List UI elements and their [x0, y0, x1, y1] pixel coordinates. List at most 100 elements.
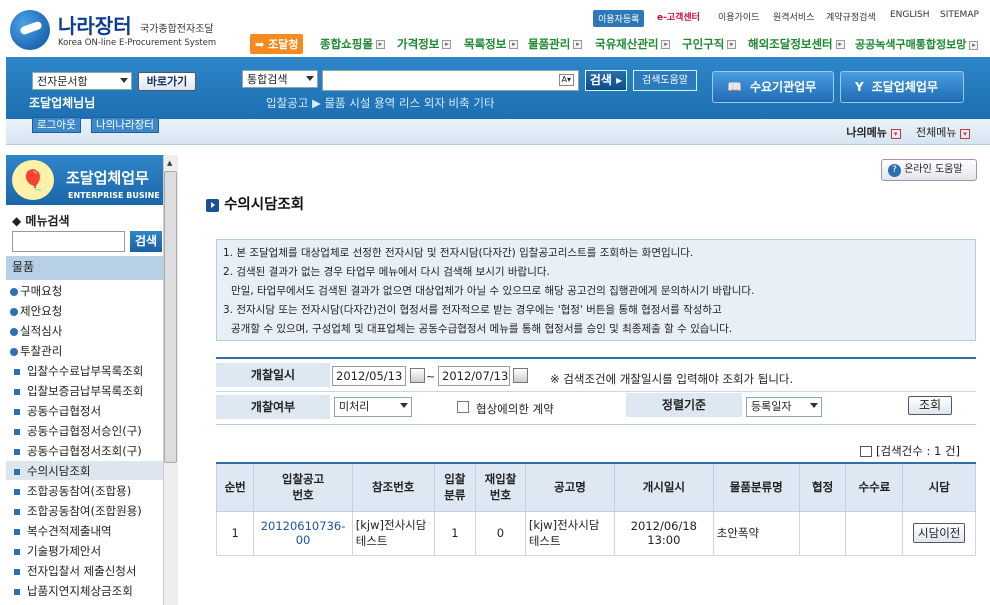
logo-icon[interactable]: [10, 10, 50, 50]
scroll-up-icon[interactable]: ▲: [167, 159, 172, 167]
negotiated-checkbox[interactable]: [457, 401, 469, 413]
sidebar-subitem[interactable]: 납품지연지체상금조회: [6, 583, 133, 599]
search-button[interactable]: 검색 ▸: [585, 70, 627, 91]
my-nara-button[interactable]: 나의나라장터: [91, 117, 159, 133]
top-header: 나라장터 국가종합전자조달 Korea ON-line E-Procuremen…: [0, 0, 990, 56]
gnb-price-info[interactable]: 가격정보 ▸: [397, 36, 452, 52]
cell-action: 시담이전: [902, 510, 976, 556]
dropdown-arrow-icon: [306, 76, 314, 81]
search-type-select[interactable]: 통합검색: [242, 70, 318, 88]
cell-no: 1: [215, 510, 255, 556]
gnb-overseas-center[interactable]: 해외조달정보센터 ▸: [748, 36, 845, 52]
sidebar-subitem[interactable]: 복수견적제출내역: [6, 523, 112, 539]
arrow-right-icon: ▸: [509, 40, 519, 49]
col-header: 재입찰 번호: [475, 462, 526, 512]
menu-search-label: ◆ 메뉴검색: [12, 214, 70, 228]
square-bullet-icon: [14, 568, 20, 575]
sidebar-item-purchase-request[interactable]: 구매요청: [10, 283, 62, 299]
sidebar-subitem[interactable]: 조합공동참여(조합용): [6, 483, 131, 499]
bid-number-link[interactable]: 20120610736-00: [253, 510, 353, 556]
search-note: ※ 검색조건에 개찰일시를 입력해야 조회가 됩니다.: [550, 372, 794, 386]
print-icon[interactable]: [860, 446, 872, 457]
square-bullet-icon: [14, 408, 20, 415]
guide-link[interactable]: 이용가이드: [718, 10, 759, 23]
register-link[interactable]: 이용자등록: [593, 10, 645, 27]
sidebar-subitem[interactable]: 공동수급협정서조회(구): [6, 443, 142, 459]
gnb-catalog-info[interactable]: 목록정보 ▸: [464, 36, 519, 52]
open-status-label: 개찰여부: [216, 395, 330, 419]
gnb-pps[interactable]: ➡ 조달청: [250, 34, 304, 54]
e-center-link[interactable]: e-고객센터: [657, 10, 700, 23]
col-header: 입찰공고 번호: [253, 462, 353, 512]
cell-rebid-no: 0: [475, 510, 526, 556]
search-input[interactable]: A▾: [322, 70, 579, 91]
go-button[interactable]: 바로가기: [138, 72, 196, 91]
col-header: 개시일시: [613, 462, 714, 512]
gnb-goods-mgmt[interactable]: 물품관리 ▸: [528, 36, 583, 52]
balloon-icon: 🎈: [12, 160, 54, 200]
date-from-input[interactable]: 2012/05/13: [332, 366, 406, 386]
query-button[interactable]: 조회: [908, 396, 952, 415]
table-header-row: 순번 입찰공고 번호 참조번호 입찰 분류 재입찰 번호 공고명 개시일시 물품…: [215, 462, 976, 512]
gnb-green-purchase[interactable]: 공공녹색구매통합정보망 ▸: [855, 36, 979, 52]
sort-label: 정렬기준: [626, 393, 742, 417]
cell-notice-name: [kjw]전사시담 테스트: [524, 510, 615, 556]
search-band: 전자문서함 바로가기 조달업체님님 통합검색 A▾ 검색 ▸ 검색도움말 입찰공…: [6, 57, 990, 119]
sitemap-link[interactable]: SITEMAP: [940, 10, 979, 20]
category-goods[interactable]: 물품: [6, 256, 163, 280]
sidebar-subitem[interactable]: 공동수급협정서: [6, 403, 101, 419]
info-line: 2. 검색된 결과가 없는 경우 타업무 메뉴에서 다시 검색해 보시기 바랍니…: [223, 266, 550, 278]
my-menu-link[interactable]: 나의메뉴 ▾: [846, 126, 901, 139]
supplier-button[interactable]: Y 조달업체업무: [840, 71, 964, 103]
open-status-select[interactable]: 미처리: [334, 397, 412, 417]
dropdown-arrow-icon: [810, 403, 818, 408]
sidebar-subitem-active[interactable]: 수의시담조회: [6, 461, 163, 480]
english-link[interactable]: ENGLISH: [890, 10, 930, 20]
sidebar-item-bid-mgmt[interactable]: 투찰관리: [10, 343, 62, 359]
remote-service-link[interactable]: 원격서비스: [773, 10, 814, 23]
sidebar-scroll-thumb[interactable]: [164, 171, 177, 463]
user-name: 조달업체님님: [29, 96, 96, 110]
col-header: 물품분류명: [712, 462, 800, 512]
ime-toggle-icon[interactable]: A▾: [558, 74, 574, 86]
calendar-icon[interactable]: [513, 368, 528, 383]
col-header: 순번: [215, 462, 255, 512]
col-header: 협정: [798, 462, 847, 512]
logout-button[interactable]: 로그아웃: [32, 117, 81, 133]
search-help-button[interactable]: 검색도움말: [633, 70, 697, 91]
info-line: 3. 전자시담 또는 전자시담(다자간)건이 협정서를 전자적으로 받는 경우에…: [223, 304, 722, 316]
title-arrow-icon: [206, 198, 219, 212]
contract-rule-link[interactable]: 계약규정검색: [826, 10, 876, 23]
menu-search-button[interactable]: 검색: [130, 231, 162, 252]
square-bullet-icon: [14, 548, 20, 555]
gnb-jobs[interactable]: 구인구직 ▸: [682, 36, 737, 52]
quick-links[interactable]: 입찰공고 ▶ 물품 시설 용역 리스 외자 비축 기타: [266, 95, 495, 111]
sidebar-subitem[interactable]: 전자입찰서 제출신청서: [6, 563, 136, 579]
calendar-icon[interactable]: [410, 368, 425, 383]
negotiated-label: 협상에의한 계약: [476, 402, 554, 416]
bullet-icon: [10, 327, 18, 336]
date-to-input[interactable]: 2012/07/13: [438, 366, 510, 386]
sidebar-item-proposal-request[interactable]: 제안요청: [10, 303, 62, 319]
sidebar-item-performance[interactable]: 실적심사: [10, 323, 62, 339]
menu-search-input[interactable]: [12, 231, 125, 252]
sidebar-subitem[interactable]: 공동수급협정서승인(구): [6, 423, 142, 439]
info-line: 1. 본 조달업체를 대상업체로 선정한 전자시담 및 전자시담(다자간) 입찰…: [223, 247, 694, 259]
arrow-right-icon: ▸: [442, 40, 452, 49]
all-menu-link[interactable]: 전체메뉴 ▾: [916, 126, 970, 139]
gnb-state-property[interactable]: 국유재산관리 ▸: [595, 36, 671, 52]
demand-agency-button[interactable]: 📖 수요기관업무: [712, 71, 834, 103]
sidebar-subitem[interactable]: 기술평가제안서: [6, 543, 101, 559]
negotiate-before-button[interactable]: 시담이전: [913, 523, 966, 543]
square-bullet-icon: [14, 448, 20, 455]
sidebar-subitem[interactable]: 입찰수수료납부목록조회: [6, 363, 143, 379]
logo-title[interactable]: 나라장터: [58, 10, 132, 39]
doc-box-select[interactable]: 전자문서함: [32, 72, 132, 90]
gnb-shopping-mall[interactable]: 종합쇼핑몰 ▸: [320, 36, 385, 52]
online-help-button[interactable]: ? 온라인 도움말: [881, 159, 977, 181]
cell-bid-class: 1: [433, 510, 477, 556]
dropdown-icon: ▾: [890, 129, 901, 139]
sort-select[interactable]: 등록일자: [746, 397, 822, 417]
sidebar-subitem[interactable]: 입찰보증금납부목록조회: [6, 383, 143, 399]
sidebar-subitem[interactable]: 조합공동참여(조합원용): [6, 503, 142, 519]
